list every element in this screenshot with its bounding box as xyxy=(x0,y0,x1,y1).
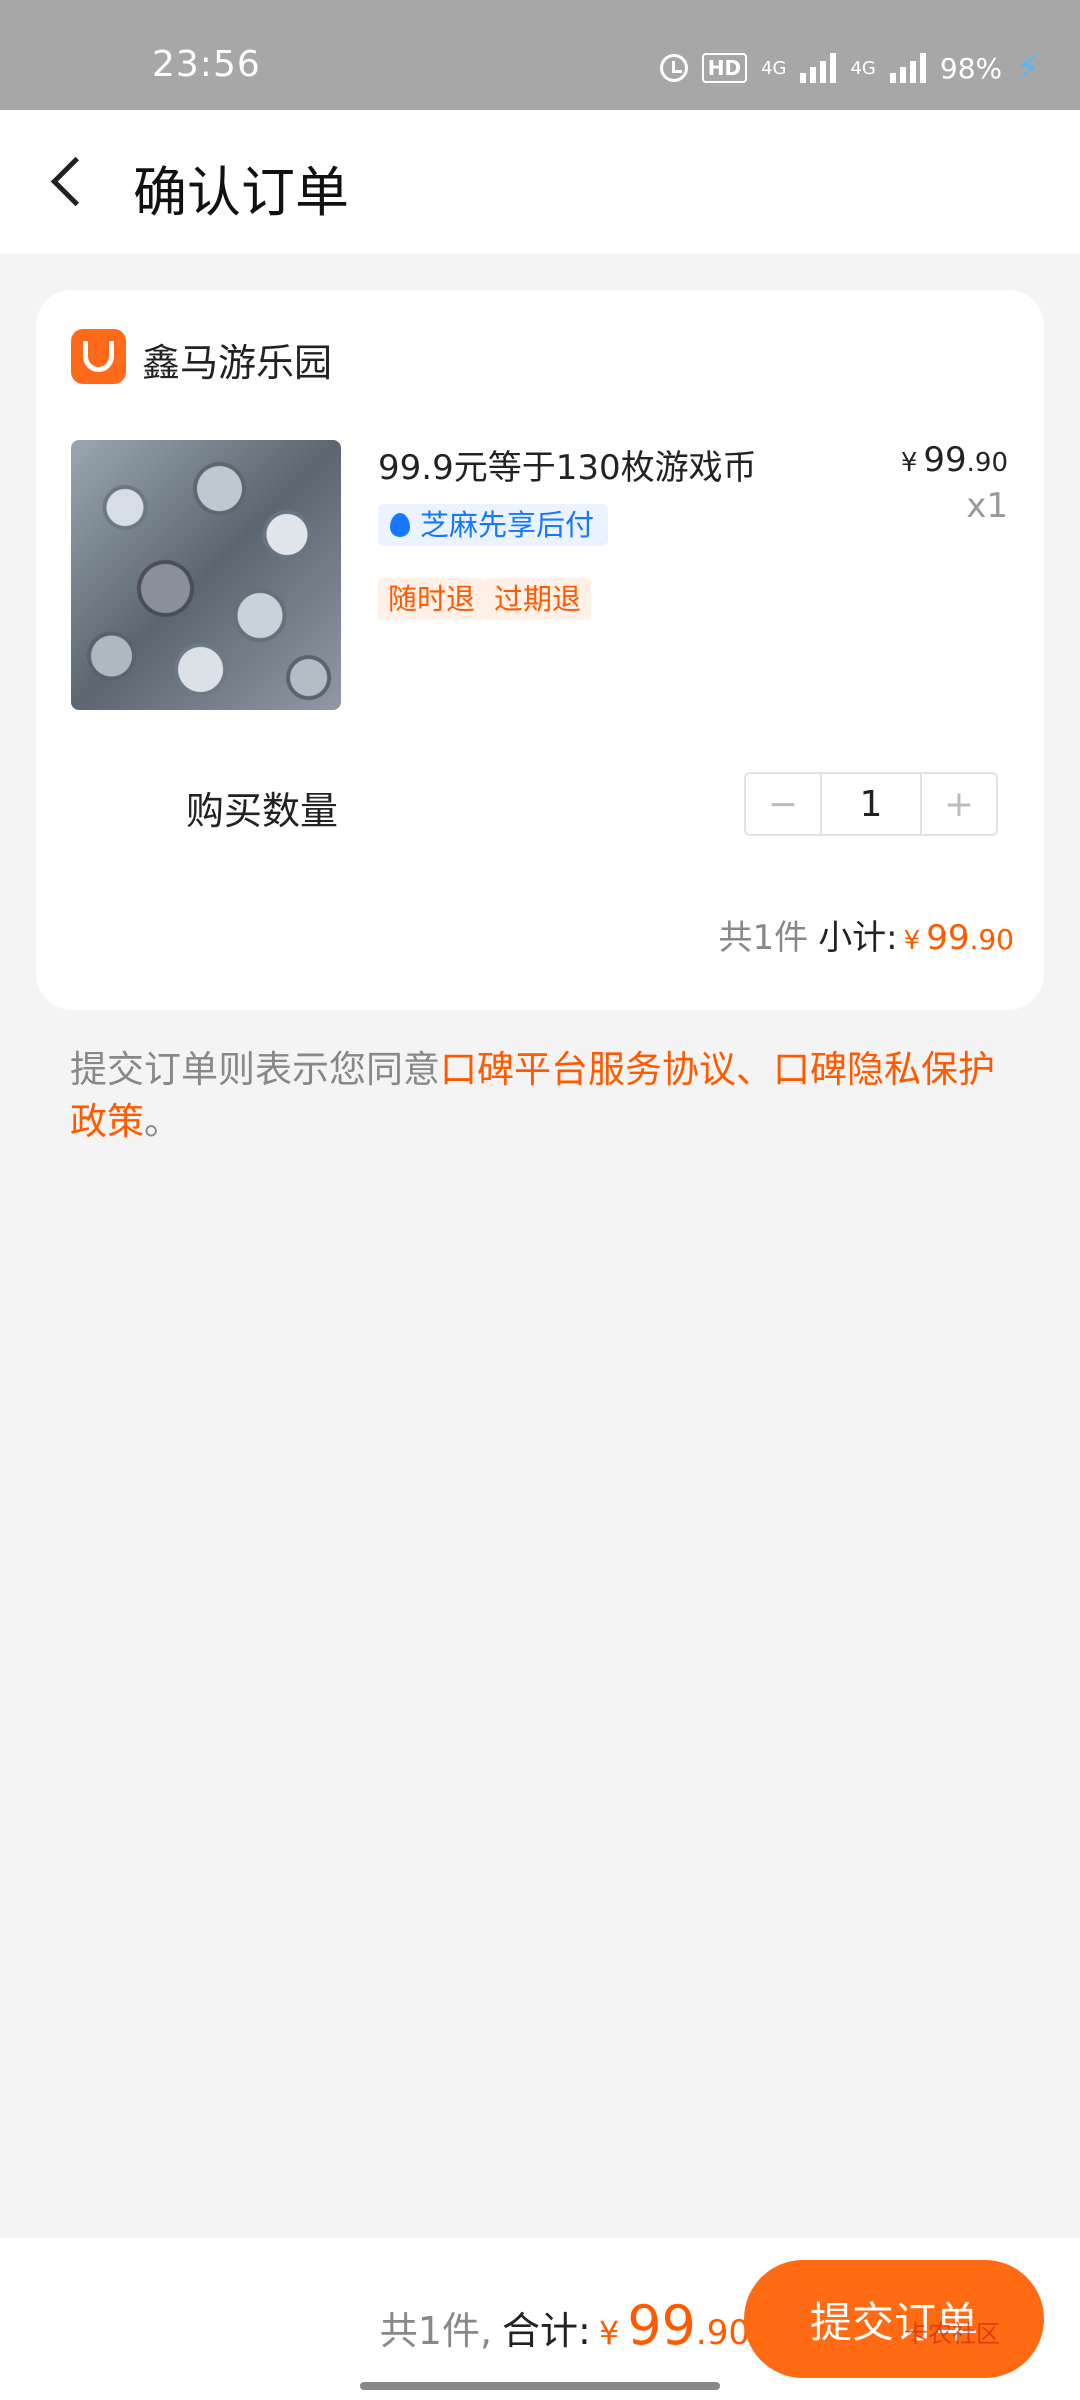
alarm-icon xyxy=(659,54,688,82)
price-currency: ¥ xyxy=(900,448,918,478)
home-indicator[interactable] xyxy=(360,2382,720,2390)
refund-expired-tag: 过期退 xyxy=(484,578,592,620)
product-image[interactable] xyxy=(71,440,341,710)
price-decimal: .90 xyxy=(966,448,1008,478)
total-label: 合计: xyxy=(502,2309,591,2353)
store-name[interactable]: 鑫马游乐园 xyxy=(142,332,332,387)
product-price: ¥99.90 xyxy=(901,440,1008,480)
network-type-label: 4G xyxy=(761,57,787,79)
subtotal-amount: ¥99.90 xyxy=(898,918,1014,958)
total-decimal: .90 xyxy=(695,2313,750,2353)
total-amount: ¥99.90 xyxy=(591,2294,750,2357)
subtotal-decimal: .90 xyxy=(969,923,1014,956)
total-integer: 99 xyxy=(627,2294,696,2357)
total-currency: ¥ xyxy=(598,2314,620,2352)
watermark: 卡农社区 xyxy=(904,2320,1000,2348)
signal-icon xyxy=(800,53,837,83)
back-arrow-icon[interactable] xyxy=(44,152,104,212)
increase-button[interactable]: + xyxy=(922,774,996,834)
refund-anytime-tag: 随时退 xyxy=(378,578,486,620)
item-count: 共1件 xyxy=(718,918,809,958)
status-time: 23:56 xyxy=(152,44,261,85)
hd-icon: HD xyxy=(701,53,748,83)
status-bar: 23:56 HD 4G 4G 98% ⚡ xyxy=(0,0,1080,110)
agreement-suffix: 。 xyxy=(144,1100,181,1143)
header-bar: 确认订单 xyxy=(0,110,1080,254)
agreement-notice: 提交订单则表示您同意口碑平台服务协议、口碑隐私保护政策。 xyxy=(70,1044,1020,1148)
order-total: 共1件, 合计: ¥99.90 xyxy=(380,2294,750,2357)
status-icons: HD 4G 4G 98% ⚡ xyxy=(659,48,1040,88)
subtotal-currency: ¥ xyxy=(903,926,921,956)
decrease-button[interactable]: − xyxy=(746,774,820,834)
subtotal-label: 小计: xyxy=(818,918,898,958)
order-card: 鑫马游乐园 99.9元等于130枚游戏币 ¥99.90 x1 芝麻先享后付 随时… xyxy=(36,290,1044,1010)
charging-icon: ⚡ xyxy=(1016,48,1040,88)
signal-icon xyxy=(889,53,926,83)
price-integer: 99 xyxy=(923,440,967,480)
page-title: 确认订单 xyxy=(133,161,349,224)
product-title: 99.9元等于130枚游戏币 xyxy=(378,448,757,488)
total-count: 共1件, xyxy=(379,2309,493,2353)
bottom-bar: 共1件, 合计: ¥99.90 提交订单 卡农社区 xyxy=(0,2238,1080,2400)
zhima-pay-later-badge: 芝麻先享后付 xyxy=(378,504,609,546)
koubei-store-icon xyxy=(71,329,126,384)
quantity-label: 购买数量 xyxy=(186,789,339,833)
quantity-value[interactable]: 1 xyxy=(820,774,922,834)
agreement-prefix: 提交订单则表示您同意 xyxy=(70,1048,440,1091)
network-type-label: 4G xyxy=(850,57,876,79)
subtotal: 共1件 小计: ¥99.90 xyxy=(719,910,1014,959)
battery-level: 98% xyxy=(939,51,1003,85)
quantity-stepper: − 1 + xyxy=(744,772,998,836)
subtotal-integer: 99 xyxy=(926,918,970,958)
product-quantity: x1 xyxy=(966,486,1008,526)
